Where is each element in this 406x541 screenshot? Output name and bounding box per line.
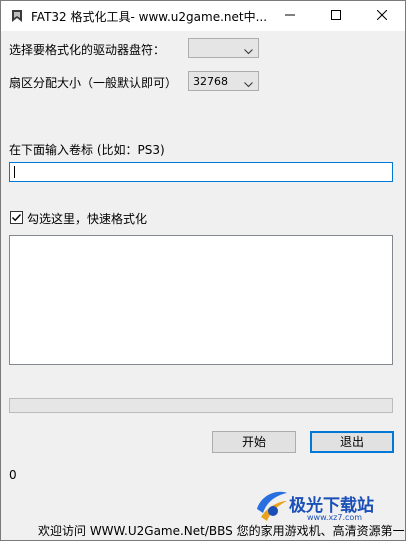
chevron-down-icon (244, 78, 253, 91)
text-caret (14, 166, 15, 178)
drive-label: 选择要格式化的驱动器盘符： (9, 43, 166, 57)
quick-format-checkbox[interactable] (10, 211, 23, 224)
maximize-icon (331, 9, 341, 23)
volume-label-input[interactable] (9, 162, 393, 182)
status-counter: 0 (9, 468, 17, 482)
exit-button[interactable]: 退出 (310, 431, 394, 453)
app-window: FAT32 格式化工具- www.u2game.net中... 选择要格式化的驱… (0, 0, 406, 541)
start-button[interactable]: 开始 (212, 431, 296, 453)
maximize-button[interactable] (313, 1, 359, 31)
close-icon (376, 9, 388, 23)
minimize-icon (285, 9, 295, 23)
watermark-url: www.xz7.com (307, 513, 363, 522)
volume-label: 在下面输入卷标 (比如：PS3) (9, 143, 165, 157)
sector-size-value: 32768 (193, 75, 228, 88)
minimize-button[interactable] (267, 1, 313, 31)
drive-select[interactable] (188, 38, 259, 58)
app-icon (10, 9, 24, 23)
log-textarea[interactable] (9, 235, 393, 365)
sector-size-select[interactable]: 32768 (188, 71, 259, 91)
close-button[interactable] (359, 1, 405, 31)
chevron-down-icon (244, 45, 253, 58)
sector-size-label: 扇区分配大小（一般默认即可） (9, 76, 178, 90)
title-bar[interactable]: FAT32 格式化工具- www.u2game.net中... (1, 1, 405, 31)
watermark: 极光下载站 www.xz7.com (251, 485, 401, 525)
quick-format-label[interactable]: 勾选这里，快速格式化 (27, 210, 147, 227)
format-progress-bar (9, 398, 393, 413)
window-title: FAT32 格式化工具- www.u2game.net中... (31, 10, 268, 24)
